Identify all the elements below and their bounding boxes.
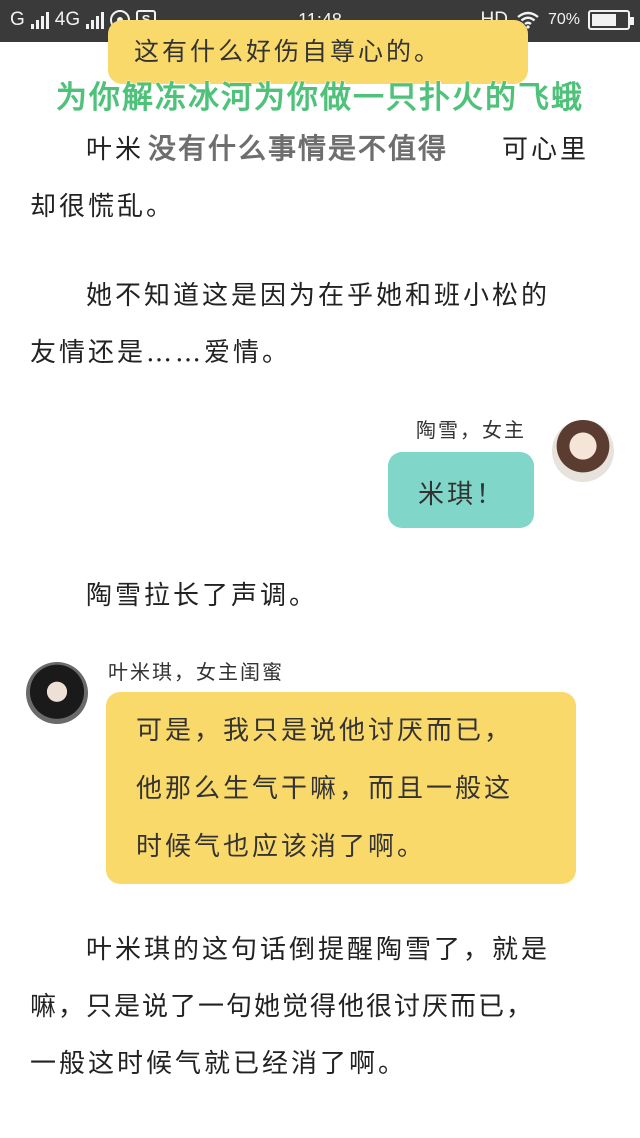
- yellow-bubble-line1: 可是，我只是说他讨厌而已，: [136, 716, 514, 746]
- para3-line1: 叶米琪的这句话倒提醒陶雪了，就是: [86, 935, 551, 965]
- battery-icon: [588, 10, 634, 30]
- narration-line: 陶雪拉长了声调。: [86, 581, 319, 611]
- para3-line2: 嘛，只是说了一句她觉得他很讨厌而已，: [30, 992, 535, 1022]
- overlay-dark-text: 没有什么事情是不值得: [148, 132, 449, 165]
- right-speaker-name: 陶雪，女主: [416, 418, 526, 442]
- para1-line1-right: 可心里: [502, 135, 590, 165]
- left-speaker-name: 叶米琪，女主闺蜜: [108, 660, 284, 684]
- battery-fill: [592, 14, 616, 26]
- para1-line2: 却很慌乱。: [30, 192, 176, 222]
- tao-xue-avatar[interactable]: [552, 420, 614, 482]
- teal-chat-bubble: 米琪！: [388, 452, 534, 528]
- para1-line1-left: 叶米: [86, 135, 145, 165]
- paragraph-2: 她不知道这是因为在乎她和班小松的 友情还是……爱情。: [30, 268, 590, 382]
- para2-line2: 友情还是……爱情。: [30, 338, 292, 368]
- overlay-green-text: 为你解冻冰河为你做一只扑火的飞蛾: [56, 80, 584, 116]
- para3-line3: 一般这时候气就已经消了啊。: [30, 1049, 408, 1079]
- yellow-bubble-line3: 时候气也应该消了啊。: [136, 832, 427, 862]
- para2-line1: 她不知道这是因为在乎她和班小松的: [86, 281, 551, 311]
- yellow-chat-bubble: 可是，我只是说他讨厌而已， 他那么生气干嘛，而且一般这 时候气也应该消了啊。: [106, 692, 576, 884]
- teal-bubble-text: 米琪！: [418, 480, 506, 510]
- battery-percent: 70%: [547, 11, 580, 28]
- paragraph-3: 叶米琪的这句话倒提醒陶雪了，就是 嘛，只是说了一句她觉得他很讨厌而已， 一般这时…: [30, 922, 590, 1093]
- yellow-bubble-line2: 他那么生气干嘛，而且一般这: [136, 774, 514, 804]
- top-bubble-text: 这有什么好伤自尊心的。: [134, 37, 443, 66]
- ye-miqi-avatar[interactable]: [26, 662, 88, 724]
